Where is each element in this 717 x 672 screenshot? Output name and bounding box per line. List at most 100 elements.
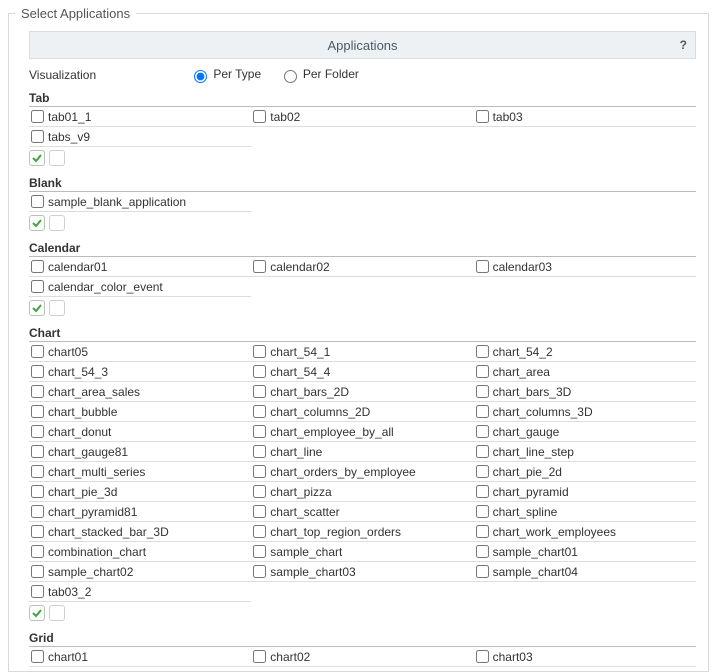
list-item: sample_chart — [251, 542, 473, 562]
list-item: tab03 — [474, 107, 696, 127]
item-checkbox[interactable] — [476, 505, 489, 518]
item-checkbox[interactable] — [476, 445, 489, 458]
item-checkbox[interactable] — [31, 405, 44, 418]
list-item: chart_orders_by_employee — [251, 462, 473, 482]
section-action-icons — [29, 147, 696, 168]
list-item: chart_line — [251, 442, 473, 462]
list-item: chart_stacked_bar_3D — [29, 522, 251, 542]
item-checkbox[interactable] — [253, 365, 266, 378]
item-label: chart_54_3 — [48, 365, 108, 379]
section-action-icons — [29, 212, 696, 233]
deselect-all-icon[interactable] — [49, 215, 65, 231]
radio-per-folder-label[interactable]: Per Folder — [279, 67, 359, 81]
deselect-all-icon[interactable] — [49, 150, 65, 166]
item-label: sample_chart01 — [493, 545, 578, 559]
select-all-icon[interactable] — [29, 215, 45, 231]
deselect-all-icon[interactable] — [49, 605, 65, 621]
list-item: chart_area_sales — [29, 382, 251, 402]
list-item: chart_top_region_orders — [251, 522, 473, 542]
item-checkbox[interactable] — [253, 650, 266, 663]
list-item: sample_blank_application — [29, 192, 251, 212]
item-checkbox[interactable] — [476, 650, 489, 663]
list-item: tab03_2 — [29, 582, 251, 602]
item-checkbox[interactable] — [253, 565, 266, 578]
item-checkbox[interactable] — [31, 345, 44, 358]
item-checkbox[interactable] — [476, 110, 489, 123]
item-label: sample_blank_application — [48, 195, 186, 209]
item-checkbox[interactable] — [476, 365, 489, 378]
item-label: chart_line_step — [493, 445, 574, 459]
list-item: chart05 — [29, 342, 251, 362]
item-checkbox[interactable] — [253, 445, 266, 458]
item-checkbox[interactable] — [253, 385, 266, 398]
item-checkbox[interactable] — [31, 565, 44, 578]
item-label: chart_spline — [493, 505, 558, 519]
list-item: sample_chart01 — [474, 542, 696, 562]
item-checkbox[interactable] — [253, 260, 266, 273]
item-checkbox[interactable] — [31, 525, 44, 538]
list-item: sample_chart03 — [251, 562, 473, 582]
item-checkbox[interactable] — [476, 465, 489, 478]
item-label: sample_chart03 — [270, 565, 355, 579]
item-checkbox[interactable] — [31, 365, 44, 378]
section-items: chart01chart02chart03 — [29, 647, 696, 667]
applications-header-title: Applications — [327, 38, 397, 53]
item-checkbox[interactable] — [31, 280, 44, 293]
item-checkbox[interactable] — [31, 465, 44, 478]
select-all-icon[interactable] — [29, 150, 45, 166]
list-item: chart_54_2 — [474, 342, 696, 362]
list-item: chart02 — [251, 647, 473, 667]
list-item: calendar03 — [474, 257, 696, 277]
item-checkbox[interactable] — [253, 465, 266, 478]
item-checkbox[interactable] — [253, 525, 266, 538]
item-checkbox[interactable] — [476, 385, 489, 398]
section-items: calendar01calendar02calendar03calendar_c… — [29, 257, 696, 297]
radio-per-folder[interactable] — [284, 70, 297, 83]
item-checkbox[interactable] — [31, 385, 44, 398]
item-label: calendar03 — [493, 260, 552, 274]
item-checkbox[interactable] — [31, 195, 44, 208]
item-checkbox[interactable] — [253, 405, 266, 418]
item-checkbox[interactable] — [31, 425, 44, 438]
visualization-row: Visualization Per Type Per Folder — [29, 63, 696, 89]
item-checkbox[interactable] — [476, 525, 489, 538]
item-checkbox[interactable] — [253, 545, 266, 558]
item-label: chart_top_region_orders — [270, 525, 401, 539]
list-item: chart_bars_2D — [251, 382, 473, 402]
radio-per-type-label[interactable]: Per Type — [189, 67, 265, 81]
item-checkbox[interactable] — [253, 425, 266, 438]
item-checkbox[interactable] — [253, 485, 266, 498]
item-label: chart_donut — [48, 425, 111, 439]
radio-per-type[interactable] — [194, 70, 207, 83]
item-label: calendar_color_event — [48, 280, 163, 294]
item-checkbox[interactable] — [253, 505, 266, 518]
item-checkbox[interactable] — [476, 565, 489, 578]
item-checkbox[interactable] — [253, 345, 266, 358]
item-checkbox[interactable] — [476, 345, 489, 358]
item-label: chart_gauge81 — [48, 445, 128, 459]
section-action-icons — [29, 602, 696, 623]
item-checkbox[interactable] — [476, 405, 489, 418]
item-checkbox[interactable] — [253, 110, 266, 123]
item-checkbox[interactable] — [476, 260, 489, 273]
select-all-icon[interactable] — [29, 300, 45, 316]
item-checkbox[interactable] — [476, 545, 489, 558]
item-checkbox[interactable] — [31, 445, 44, 458]
item-checkbox[interactable] — [31, 110, 44, 123]
item-checkbox[interactable] — [31, 130, 44, 143]
item-checkbox[interactable] — [31, 260, 44, 273]
item-checkbox[interactable] — [31, 505, 44, 518]
item-checkbox[interactable] — [31, 650, 44, 663]
item-checkbox[interactable] — [31, 485, 44, 498]
list-item: chart_multi_series — [29, 462, 251, 482]
item-checkbox[interactable] — [476, 425, 489, 438]
list-item: chart_pie_3d — [29, 482, 251, 502]
item-checkbox[interactable] — [31, 585, 44, 598]
item-checkbox[interactable] — [476, 485, 489, 498]
item-checkbox[interactable] — [31, 545, 44, 558]
section-title: Blank — [29, 174, 696, 192]
deselect-all-icon[interactable] — [49, 300, 65, 316]
select-all-icon[interactable] — [29, 605, 45, 621]
list-item: chart_columns_3D — [474, 402, 696, 422]
help-icon[interactable]: ? — [680, 38, 687, 52]
